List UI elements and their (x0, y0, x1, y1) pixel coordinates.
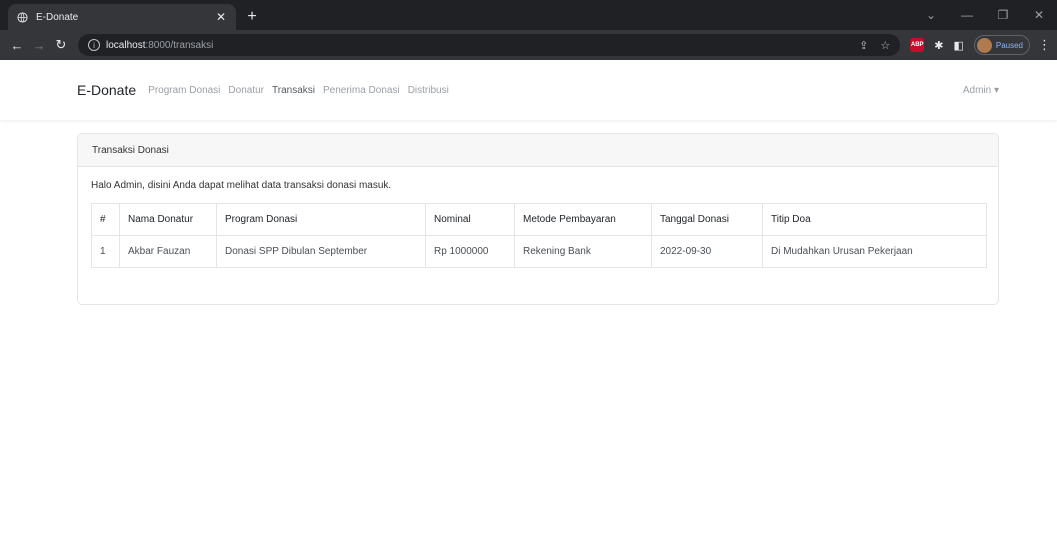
reload-icon[interactable]: ↻ (50, 34, 72, 56)
forward-icon[interactable]: → (28, 34, 50, 56)
close-window-icon[interactable]: ✕ (1021, 8, 1057, 22)
col-nama-donatur: Nama Donatur (119, 203, 217, 236)
cell-nominal: Rp 1000000 (425, 235, 515, 268)
cell-program-donasi: Donasi SPP Dibulan September (216, 235, 426, 268)
table-row: 1 Akbar Fauzan Donasi SPP Dibulan Septem… (91, 235, 987, 268)
card-header: Transaksi Donasi (78, 134, 998, 167)
transaksi-card: Transaksi Donasi Halo Admin, disini Anda… (77, 133, 999, 305)
cell-nama-donatur: Akbar Fauzan (119, 235, 217, 268)
col-number: # (91, 203, 120, 236)
nav-program-donasi[interactable]: Program Donasi (148, 85, 220, 96)
site-info-icon[interactable]: i (88, 39, 100, 51)
browser-tabstrip: E-Donate ✕ + ⌄ — ❐ ✕ (0, 0, 1057, 30)
browser-toolbar: ← → ↻ i localhost :8000/transaksi ⇪ ☆ AB… (0, 30, 1057, 60)
cell-number: 1 (91, 235, 120, 268)
browser-tab[interactable]: E-Donate ✕ (8, 4, 236, 30)
cell-titip-doa: Di Mudahkan Urusan Pekerjaan (762, 235, 987, 268)
profile-status: Paused (995, 40, 1023, 50)
col-metode-pembayaran: Metode Pembayaran (514, 203, 652, 236)
url-path: :8000/transaksi (145, 39, 214, 51)
url-host: localhost (106, 39, 146, 51)
card-body: Halo Admin, disini Anda dapat melihat da… (78, 167, 998, 281)
intro-text: Halo Admin, disini Anda dapat melihat da… (91, 180, 392, 191)
bookmark-star-icon[interactable]: ☆ (880, 39, 890, 52)
tab-search-icon[interactable]: ⌄ (913, 8, 949, 22)
nav-donatur[interactable]: Donatur (228, 85, 264, 96)
table-header-row: # Nama Donatur Program Donasi Nominal Me… (91, 203, 987, 236)
address-bar[interactable]: i localhost :8000/transaksi ⇪ ☆ (78, 34, 901, 56)
window-controls: ⌄ — ❐ ✕ (913, 0, 1057, 30)
adblock-extension-icon[interactable]: ABP (910, 38, 925, 52)
nav-distribusi[interactable]: Distribusi (408, 85, 449, 96)
side-panel-icon[interactable]: ◧ (953, 39, 963, 52)
app-navbar: E-Donate Program Donasi Donatur Transaks… (0, 60, 1057, 120)
col-titip-doa: Titip Doa (762, 203, 987, 236)
restore-icon[interactable]: ❐ (985, 8, 1021, 22)
col-program-donasi: Program Donasi (216, 203, 426, 236)
col-tanggal-donasi: Tanggal Donasi (651, 203, 763, 236)
cell-metode-pembayaran: Rekening Bank (514, 235, 652, 268)
close-tab-icon[interactable]: ✕ (214, 10, 228, 24)
new-tab-button[interactable]: + (240, 4, 264, 30)
profile-button[interactable]: Paused (973, 35, 1030, 55)
cell-tanggal-donasi: 2022-09-30 (651, 235, 763, 268)
globe-icon (16, 11, 28, 23)
share-icon[interactable]: ⇪ (859, 39, 868, 52)
nav-penerima-donasi[interactable]: Penerima Donasi (323, 85, 400, 96)
nav-transaksi[interactable]: Transaksi (272, 85, 315, 96)
admin-dropdown[interactable]: Admin ▾ (963, 85, 999, 96)
col-nominal: Nominal (425, 203, 515, 236)
transaksi-table: # Nama Donatur Program Donasi Nominal Me… (91, 203, 987, 268)
tab-title: E-Donate (36, 11, 79, 23)
avatar (976, 37, 992, 53)
minimize-icon[interactable]: — (949, 8, 985, 22)
browser-menu-icon[interactable]: ⋮ (1038, 37, 1051, 53)
extensions-puzzle-icon[interactable]: ✱ (934, 39, 943, 52)
brand-logo[interactable]: E-Donate (77, 82, 136, 98)
back-icon[interactable]: ← (6, 34, 28, 56)
